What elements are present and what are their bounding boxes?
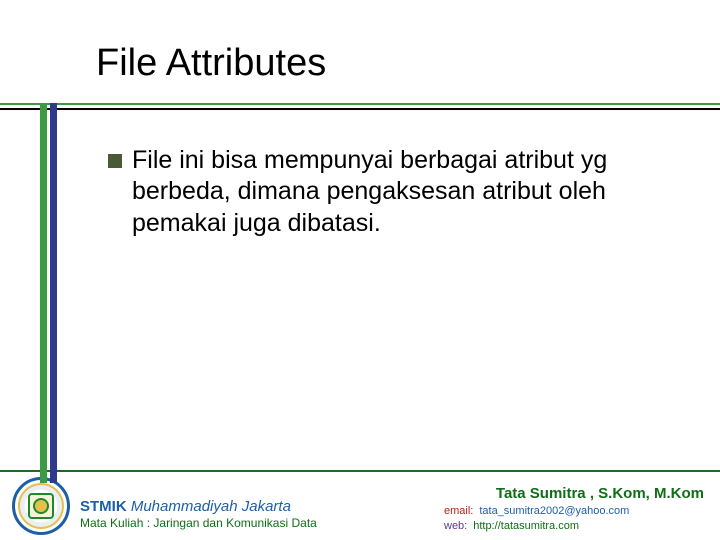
slide-title: File Attributes [96,42,680,85]
vertical-stripe-green [40,103,47,483]
org-strong: STMIK [80,498,127,515]
bullet-text: File ini bisa mempunyai berbagai atribut… [132,145,670,239]
footer: STMIK Muhammadiyah Jakarta Mata Kuliah :… [0,470,720,540]
email-label: email: [444,504,473,519]
web-row: web: http://tatasumitra.com [444,519,704,534]
vertical-stripe-blue [50,103,57,483]
org-logo [12,477,70,535]
footer-left: STMIK Muhammadiyah Jakarta Mata Kuliah :… [80,497,317,532]
course-value: Jaringan dan Komunikasi Data [153,516,316,530]
web-value: http://tatasumitra.com [473,519,579,534]
author-name: Tata Sumitra , S.Kom, M.Kom [444,484,704,504]
course-line: Mata Kuliah : Jaringan dan Komunikasi Da… [80,516,317,532]
footer-right: Tata Sumitra , S.Kom, M.Kom email: tata_… [444,484,704,534]
slide: File Attributes File ini bisa mempunyai … [0,0,720,540]
divider-black [0,108,720,110]
bullet-square-icon [108,154,122,168]
org-name: STMIK Muhammadiyah Jakarta [80,497,317,517]
org-em: Muhammadiyah Jakarta [131,498,291,515]
title-area: File Attributes [96,42,680,85]
footer-divider [0,470,720,472]
divider-green [0,103,720,105]
web-label: web: [444,519,467,534]
course-label: Mata Kuliah : [80,516,150,530]
logo-sun-icon [35,500,47,512]
bullet-item: File ini bisa mempunyai berbagai atribut… [108,145,670,239]
content-area: File ini bisa mempunyai berbagai atribut… [108,145,670,239]
email-value: tata_sumitra2002@yahoo.com [479,504,629,519]
email-row: email: tata_sumitra2002@yahoo.com [444,504,704,519]
